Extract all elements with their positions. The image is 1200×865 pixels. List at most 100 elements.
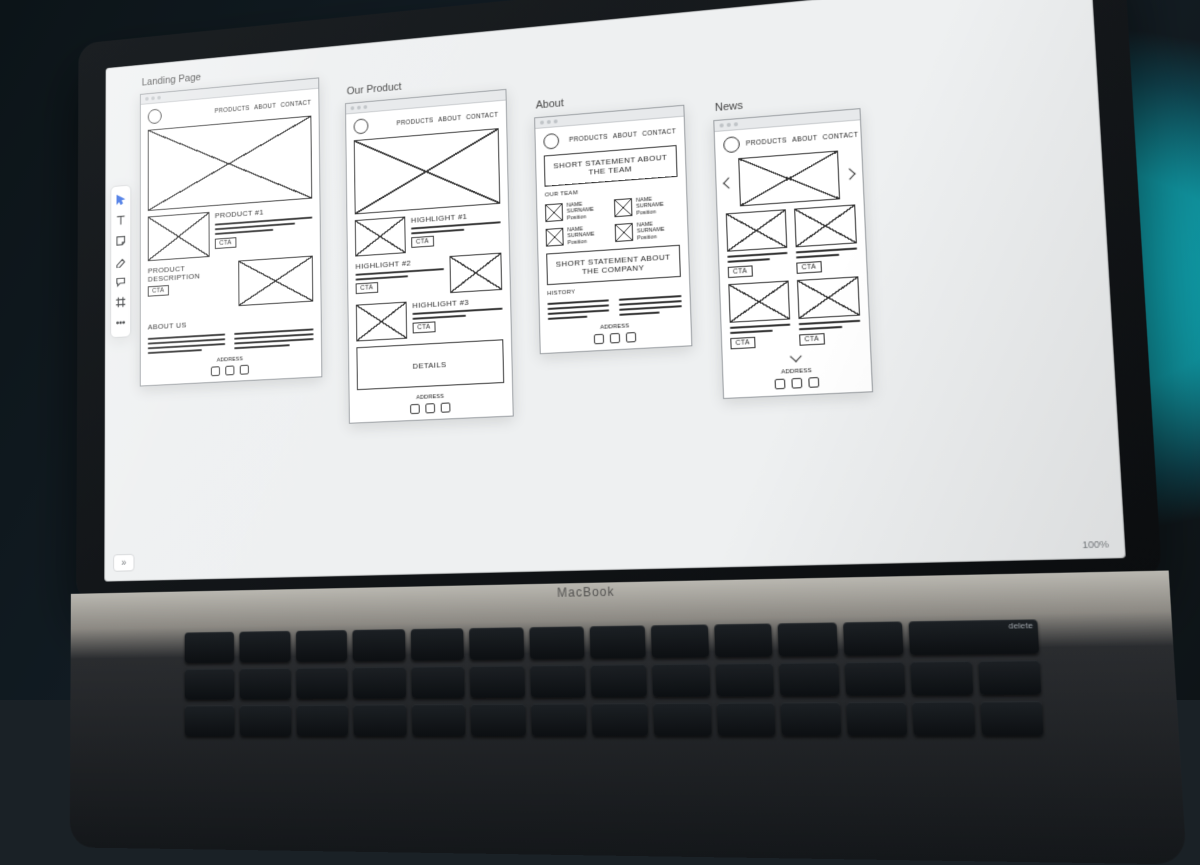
text-tool[interactable] — [115, 214, 127, 228]
team-member: NAME SURNAMEPosition — [614, 195, 679, 218]
social-icon — [775, 379, 786, 390]
nav-about: ABOUT — [438, 114, 461, 123]
design-app-screen: Landing Page PRODUCTS ABOUT CONTACT — [104, 0, 1126, 582]
nav-contact: CONTACT — [466, 111, 498, 120]
artboard-frame: PRODUCTS ABOUT CONTACT SHORT STATEMENT A… — [534, 105, 692, 354]
about-us-heading: ABOUT US — [148, 321, 187, 332]
team-member: NAME SURNAMEPosition — [546, 225, 610, 248]
panel-toggle-button[interactable]: » — [113, 554, 134, 572]
laptop: Landing Page PRODUCTS ABOUT CONTACT — [113, 4, 1133, 679]
cta-button: CTA — [413, 321, 436, 333]
cta-button: CTA — [730, 337, 755, 350]
logo-icon — [354, 118, 369, 134]
team-member: NAME SURNAMEPosition — [615, 220, 680, 243]
social-icon — [410, 404, 420, 414]
member-role: Position — [567, 214, 586, 221]
team-grid: NAME SURNAMEPosition NAME SURNAMEPositio… — [545, 195, 680, 248]
avatar-placeholder — [546, 228, 564, 247]
address-label: ADDRESS — [600, 323, 629, 331]
social-icon — [610, 333, 620, 344]
logo-icon — [148, 108, 162, 124]
comment-tool[interactable] — [115, 275, 127, 289]
social-icons — [211, 365, 249, 377]
nav-contact: CONTACT — [281, 99, 312, 108]
artboard-landing-page[interactable]: Landing Page PRODUCTS ABOUT CONTACT — [140, 61, 322, 387]
logo-icon — [723, 136, 740, 153]
nav-contact: CONTACT — [642, 128, 676, 138]
company-statement: SHORT STATEMENT ABOUT THE COMPANY — [551, 252, 675, 278]
more-tools[interactable] — [115, 316, 127, 330]
artboard-frame: PRODUCTS ABOUT CONTACT — [713, 108, 873, 399]
photo-backdrop: Landing Page PRODUCTS ABOUT CONTACT — [0, 0, 1200, 700]
carousel-image-placeholder — [738, 151, 840, 207]
team-statement: SHORT STATEMENT ABOUT THE TEAM — [549, 152, 672, 179]
member-name: NAME SURNAME — [567, 202, 594, 215]
member-role: Position — [637, 234, 657, 241]
member-role: Position — [567, 239, 586, 246]
canvas[interactable]: Landing Page PRODUCTS ABOUT CONTACT — [140, 0, 1089, 542]
sticky-note-tool[interactable] — [115, 234, 127, 248]
comment-icon — [115, 275, 127, 289]
chevron-right-icon — [844, 168, 856, 180]
nav-products: PRODUCTS — [396, 117, 433, 127]
details-panel: DETAILS — [356, 339, 504, 390]
body-copy-lines — [619, 295, 682, 316]
artboard-frame: PRODUCTS ABOUT CONTACT PRODUCT — [140, 77, 322, 386]
news-thumb — [726, 209, 787, 251]
chevron-left-icon — [723, 177, 735, 188]
frame-tool[interactable] — [115, 295, 127, 309]
text-icon — [115, 214, 127, 228]
member-name: NAME SURNAME — [636, 197, 664, 210]
hero-image-placeholder — [354, 128, 500, 214]
avatar-placeholder — [615, 223, 634, 242]
cta-button: CTA — [411, 236, 434, 248]
sticky-note-icon — [115, 234, 127, 248]
social-icon — [240, 365, 249, 375]
avatar-placeholder — [614, 198, 632, 217]
nav-contact: CONTACT — [823, 131, 859, 141]
hero-image-placeholder — [148, 116, 312, 211]
nav-products: PRODUCTS — [569, 133, 608, 143]
nav-products: PRODUCTS — [215, 105, 250, 115]
body-copy-lines — [234, 328, 313, 349]
body-copy-lines — [796, 247, 858, 258]
product-thumb-placeholder — [148, 212, 210, 261]
artboard-about[interactable]: About PRODUCTS ABOUT CONTACT — [534, 87, 693, 354]
pen-icon — [115, 254, 127, 268]
company-statement-box: SHORT STATEMENT ABOUT THE COMPANY — [546, 245, 681, 285]
artboard-news[interactable]: News PRODUCTS ABOUT CONTACT — [713, 90, 873, 399]
news-grid-row: CTA CTA — [728, 276, 861, 349]
body-copy-lines — [412, 308, 502, 320]
nav-products: PRODUCTS — [746, 137, 787, 147]
member-name: NAME SURNAME — [637, 221, 665, 234]
address-label: ADDRESS — [217, 356, 243, 363]
nav-about: ABOUT — [254, 102, 276, 110]
cta-button: CTA — [356, 282, 378, 294]
social-icon — [225, 365, 234, 375]
delete-key: delete — [909, 619, 1039, 655]
body-copy-lines — [215, 217, 313, 235]
pen-tool[interactable] — [115, 254, 127, 268]
highlight-thumb — [449, 253, 502, 294]
keyboard: delete — [185, 619, 1044, 736]
product-description-heading: PRODUCT DESCRIPTION — [148, 261, 233, 284]
cta-button: CTA — [215, 237, 236, 249]
social-icon — [211, 366, 220, 376]
cta-button: CTA — [796, 261, 821, 274]
design-app: Landing Page PRODUCTS ABOUT CONTACT — [104, 0, 1126, 582]
select-tool[interactable] — [115, 193, 127, 207]
nav-about: ABOUT — [792, 134, 818, 143]
history-heading: HISTORY — [547, 283, 681, 297]
logo-icon — [543, 133, 559, 150]
body-copy-lines — [799, 320, 861, 331]
cursor-icon — [115, 193, 127, 207]
zoom-level[interactable]: 100% — [1082, 539, 1109, 551]
social-icon — [791, 378, 802, 389]
artboard-our-product[interactable]: Our Product PRODUCTS ABOUT CONTACT — [345, 72, 514, 424]
frame-icon — [115, 295, 127, 309]
avatar-placeholder — [545, 203, 563, 222]
team-member: NAME SURNAMEPosition — [545, 200, 609, 223]
body-copy-lines — [727, 252, 787, 263]
product-description-image — [238, 256, 313, 307]
hero-carousel — [724, 149, 855, 207]
